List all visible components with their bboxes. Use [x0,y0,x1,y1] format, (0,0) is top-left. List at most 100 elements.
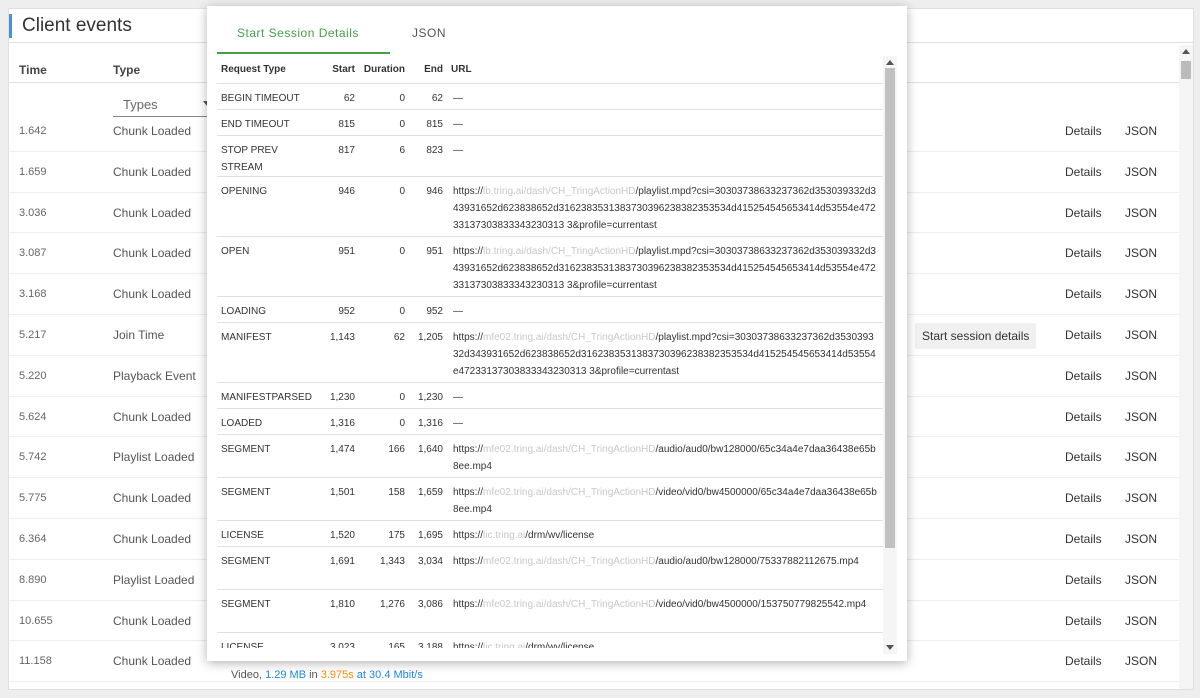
request-duration: 0 [359,296,409,323]
json-link[interactable]: JSON [1125,614,1157,628]
page-scrollbar[interactable] [1179,45,1193,689]
request-url: https://mfe02.tring.ai/dash/CH_TringActi… [447,546,883,590]
event-time: 5.624 [19,410,47,423]
details-link[interactable]: Details [1065,206,1102,220]
json-link[interactable]: JSON [1125,369,1157,383]
json-link[interactable]: JSON [1125,573,1157,587]
json-link[interactable]: JSON [1125,165,1157,179]
event-type: Chunk Loaded [113,654,192,669]
details-link[interactable]: Details [1065,246,1102,260]
dialog-scrollbar-thumb[interactable] [885,68,895,548]
request-url: — [447,135,883,177]
details-link[interactable]: Details [1065,410,1102,424]
details-link[interactable]: Details [1065,328,1102,342]
request-start: 817 [325,135,359,177]
request-row: BEGIN TIMEOUT 62 0 62— [217,83,883,110]
request-end: 823 [409,135,447,177]
json-link[interactable]: JSON [1125,206,1157,220]
event-type: Chunk Loaded [113,409,192,424]
request-row: MANIFESTPARSED 1,230 0 1,230— [217,382,883,409]
scroll-up-icon[interactable] [886,60,894,65]
details-link[interactable]: Details [1065,614,1102,628]
request-duration: 0 [359,176,409,237]
request-end: 1,695 [409,520,447,547]
details-link[interactable]: Details [1065,287,1102,301]
column-header-type[interactable]: Type [113,63,140,77]
request-duration: 0 [359,109,409,136]
details-link[interactable]: Details [1065,491,1102,505]
event-time: 3.087 [19,247,47,260]
json-link[interactable]: JSON [1125,287,1157,301]
url-prefix: — [453,391,463,403]
request-type: MANIFESTPARSED [217,382,325,409]
request-type: LOADING [217,296,325,323]
request-url: — [447,109,883,136]
request-row: OPEN 951 0 951 https://lb.tring.ai/dash/CH_T… [217,236,883,297]
column-header-time[interactable]: Time [19,63,47,77]
requests-table-container: Request Type Start Duration End URL BEGI… [217,56,883,648]
json-link[interactable]: JSON [1125,532,1157,546]
header-end: End [409,56,447,84]
request-url: https://mfe02.tring.ai/dash/CH_TringActi… [447,477,883,521]
json-link[interactable]: JSON [1125,246,1157,260]
request-type: SEGMENT [217,546,325,590]
request-end: 3,188 [409,632,447,648]
request-url: — [447,83,883,110]
details-link[interactable]: Details [1065,369,1102,383]
detail-prefix: Video, [231,669,266,682]
url-host-redacted: mfe02.tring.ai/dash/CH_TringActionHD [483,598,656,610]
request-duration: 165 [359,632,409,648]
details-link[interactable]: Details [1065,532,1102,546]
request-end: 815 [409,109,447,136]
event-type: Join Time [113,327,165,342]
scroll-up-icon[interactable] [1182,49,1190,54]
event-type: Playback Event [113,368,196,383]
scroll-down-icon[interactable] [886,645,894,650]
url-host-redacted: lic.tring.ai [483,529,526,541]
event-time: 10.655 [19,614,53,627]
details-link[interactable]: Details [1065,654,1102,668]
details-link[interactable]: Details [1065,124,1102,138]
request-type: OPENING [217,176,325,237]
request-row: SEGMENT 1,691 1,343 3,034 https://mfe02.trin… [217,546,883,590]
request-type: BEGIN TIMEOUT [217,83,325,110]
requests-table: Request Type Start Duration End URL BEGI… [217,56,883,648]
details-link[interactable]: Details [1065,450,1102,464]
request-start: 1,691 [325,546,359,590]
details-link[interactable]: Details [1065,165,1102,179]
json-link[interactable]: JSON [1125,124,1157,138]
request-start: 1,520 [325,520,359,547]
event-detail-text: Video, 1.29 MB in 3.975s at 30.4 Mbit/s [231,669,423,681]
request-row: SEGMENT 1,810 1,276 3,086 https://mfe02.trin… [217,589,883,633]
event-time: 5.775 [19,492,47,505]
url-host-redacted: lb.tring.ai/dash/CH_TringActionHD [483,185,636,197]
scrollbar-thumb[interactable] [1181,61,1191,79]
request-end: 1,205 [409,322,447,383]
request-url: — [447,382,883,409]
event-type: Playlist Loaded [113,450,195,465]
json-link[interactable]: JSON [1125,491,1157,505]
dialog-scrollbar[interactable] [883,56,897,654]
detail-size: 1.29 MB [265,669,307,682]
json-link[interactable]: JSON [1125,328,1157,342]
tab-start-session-details[interactable]: Start Session Details [217,14,390,54]
event-type: Playlist Loaded [113,572,195,587]
json-link[interactable]: JSON [1125,654,1157,668]
json-link[interactable]: JSON [1125,410,1157,424]
json-link[interactable]: JSON [1125,450,1157,464]
request-url: https://mfe02.tring.ai/dash/CH_TringActi… [447,322,883,383]
tab-json[interactable]: JSON [392,14,466,54]
url-prefix: https:// [453,555,484,567]
request-start: 952 [325,296,359,323]
details-link[interactable]: Details [1065,573,1102,587]
start-session-details-button[interactable]: Start session details [915,322,1037,349]
request-row: LOADING 952 0 952— [217,296,883,323]
event-time: 3.168 [19,288,47,301]
request-start: 951 [325,236,359,297]
request-type: SEGMENT [217,477,325,521]
request-type: STOP PREV STREAM [217,135,325,177]
request-end: 952 [409,296,447,323]
request-end: 1,659 [409,477,447,521]
request-end: 1,640 [409,434,447,478]
request-type: LICENSE [217,520,325,547]
